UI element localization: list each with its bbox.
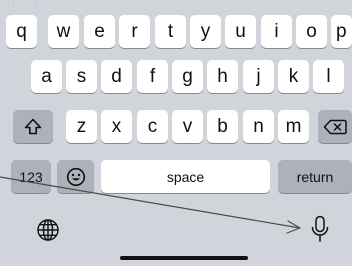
key-e[interactable]: e (84, 15, 115, 48)
key-a[interactable]: a (31, 60, 62, 93)
keyboard-row-4: 123 space return (0, 160, 352, 193)
microphone-icon (310, 215, 330, 248)
key-r[interactable]: r (119, 15, 150, 48)
numbers-key[interactable]: 123 (11, 160, 51, 193)
key-l[interactable]: l (313, 60, 344, 93)
backspace-icon (323, 119, 347, 135)
shift-key[interactable] (13, 110, 53, 143)
key-g[interactable]: g (172, 60, 203, 93)
keyboard-row-3: z x c v b n m (0, 110, 352, 143)
key-v[interactable]: v (172, 110, 203, 143)
backspace-key[interactable] (318, 110, 352, 143)
key-p[interactable]: p (331, 15, 352, 48)
key-h[interactable]: h (207, 60, 238, 93)
key-w[interactable]: w (48, 15, 79, 48)
key-c[interactable]: c (137, 110, 168, 143)
keyboard-top-edge (0, 0, 352, 8)
space-key[interactable]: space (101, 160, 270, 193)
key-o[interactable]: o (296, 15, 327, 48)
key-b[interactable]: b (207, 110, 238, 143)
globe-button[interactable] (33, 217, 63, 247)
microphone-button[interactable] (305, 215, 335, 247)
key-t[interactable]: t (155, 15, 186, 48)
key-n[interactable]: n (243, 110, 274, 143)
keyboard-row-1: q w e r t y u i o p (0, 15, 352, 48)
key-q[interactable]: q (6, 15, 37, 48)
shift-icon (24, 118, 42, 135)
key-f[interactable]: f (137, 60, 168, 93)
keyboard-row-2: a s d f g h j k l (0, 60, 352, 93)
key-k[interactable]: k (278, 60, 309, 93)
key-x[interactable]: x (101, 110, 132, 143)
key-z[interactable]: z (66, 110, 97, 143)
return-key[interactable]: return (278, 160, 352, 193)
emoji-key[interactable] (57, 160, 94, 193)
globe-icon (36, 218, 60, 247)
home-indicator (120, 256, 248, 260)
key-y[interactable]: y (190, 15, 221, 48)
key-s[interactable]: s (66, 60, 97, 93)
top-divider (13, 0, 37, 7)
key-j[interactable]: j (243, 60, 274, 93)
key-m[interactable]: m (278, 110, 309, 143)
key-i[interactable]: i (261, 15, 292, 48)
key-d[interactable]: d (101, 60, 132, 93)
emoji-icon (66, 167, 86, 187)
key-u[interactable]: u (225, 15, 256, 48)
